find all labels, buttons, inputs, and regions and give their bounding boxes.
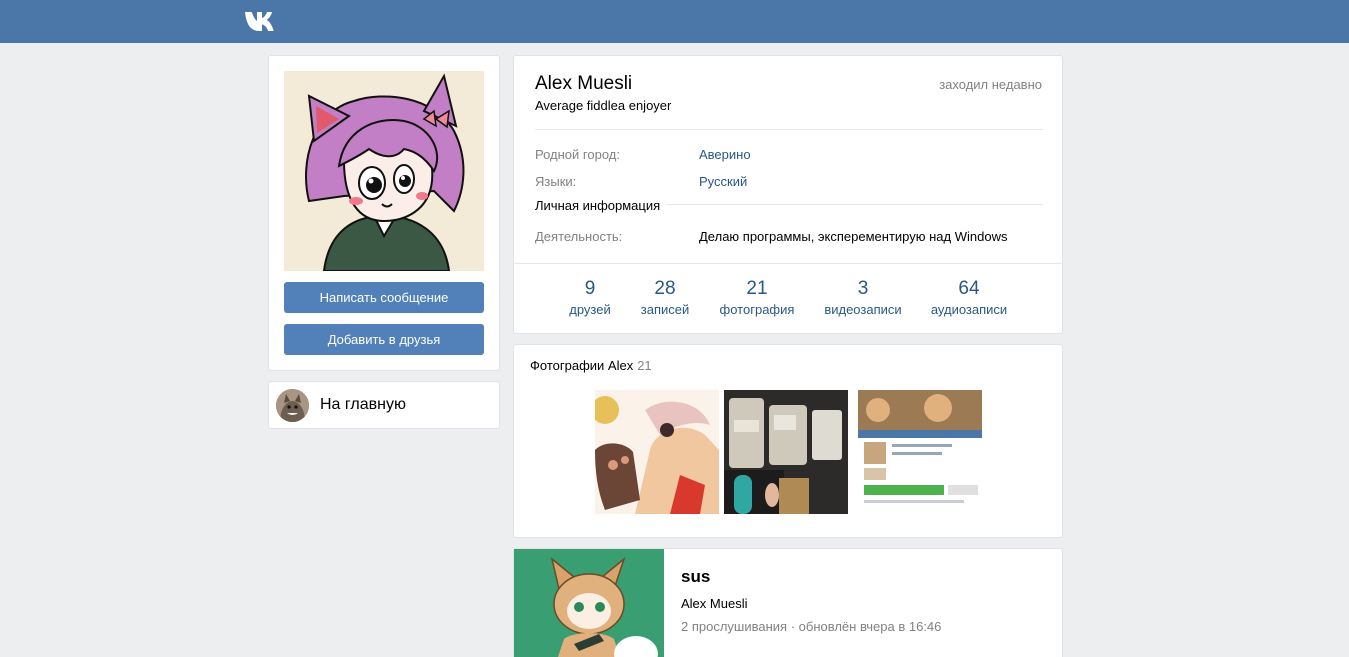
playlist-author: Alex Muesli [681, 596, 748, 611]
playlist-meta: 2 прослушивания · обновлён вчера в 16:46 [681, 619, 942, 634]
languages-label: Языки: [535, 174, 577, 189]
counters-divider [514, 263, 1062, 264]
profile-info-card: Alex Muesli заходил недавно Average fidd… [513, 55, 1063, 334]
languages-value-link[interactable]: Русский [699, 174, 747, 189]
counter-label: фотография [719, 302, 795, 317]
personal-info-section-title[interactable]: Личная информация [535, 198, 667, 213]
profile-avatar-card: Написать сообщение Добавить в друзья [268, 55, 500, 371]
divider [535, 129, 1043, 130]
counter-friends[interactable]: 9 друзей [568, 278, 612, 317]
counter-number: 3 [857, 278, 869, 299]
counter-label: друзей [569, 302, 611, 317]
counter-videos[interactable]: 3 видеозаписи [822, 278, 904, 317]
send-message-button[interactable]: Написать сообщение [284, 282, 484, 313]
top-bar [0, 0, 1349, 43]
playlist-title[interactable]: sus [681, 567, 710, 587]
photo-thumbnail[interactable] [724, 390, 848, 514]
profile-name: Alex Muesli [535, 73, 633, 94]
activity-value: Делаю программы, эксперементирую над Win… [699, 229, 1008, 244]
hometown-label: Родной город: [535, 147, 620, 162]
counter-number: 21 [746, 278, 768, 299]
profile-avatar[interactable] [284, 71, 484, 271]
counter-label: видеозаписи [824, 302, 902, 317]
audio-playlist-card[interactable]: sus Alex Muesli 2 прослушивания · обновл… [513, 548, 1063, 657]
home-link-label: На главную [320, 396, 406, 413]
counter-number: 64 [958, 278, 980, 299]
hometown-value-link[interactable]: Аверино [699, 147, 751, 162]
activity-label: Деятельность: [535, 229, 623, 244]
counter-label: записей [640, 302, 690, 317]
playlist-cover[interactable] [514, 549, 664, 657]
counter-label: аудиозаписи [930, 302, 1008, 317]
counter-audios[interactable]: 64 аудиозаписи [928, 278, 1010, 317]
vk-logo-icon[interactable] [244, 11, 277, 32]
photo-thumbnail[interactable] [595, 390, 719, 514]
online-status: заходил недавно [939, 77, 1042, 92]
home-link-card[interactable]: На главную [268, 381, 500, 429]
counter-posts[interactable]: 28 записей [638, 278, 692, 317]
photos-header[interactable]: Фотографии Alex 21 [530, 358, 652, 373]
home-avatar [276, 389, 309, 422]
add-friend-button[interactable]: Добавить в друзья [284, 324, 484, 355]
photos-card: Фотографии Alex 21 [513, 344, 1063, 538]
counter-photos[interactable]: 21 фотография [717, 278, 797, 317]
photo-thumbnail[interactable] [858, 390, 982, 514]
photos-count: 21 [637, 358, 652, 373]
counter-number: 9 [584, 278, 596, 299]
profile-status-text: Average fiddlea enjoyer [535, 98, 672, 113]
photos-title: Фотографии Alex [530, 358, 634, 373]
counter-number: 28 [654, 278, 676, 299]
